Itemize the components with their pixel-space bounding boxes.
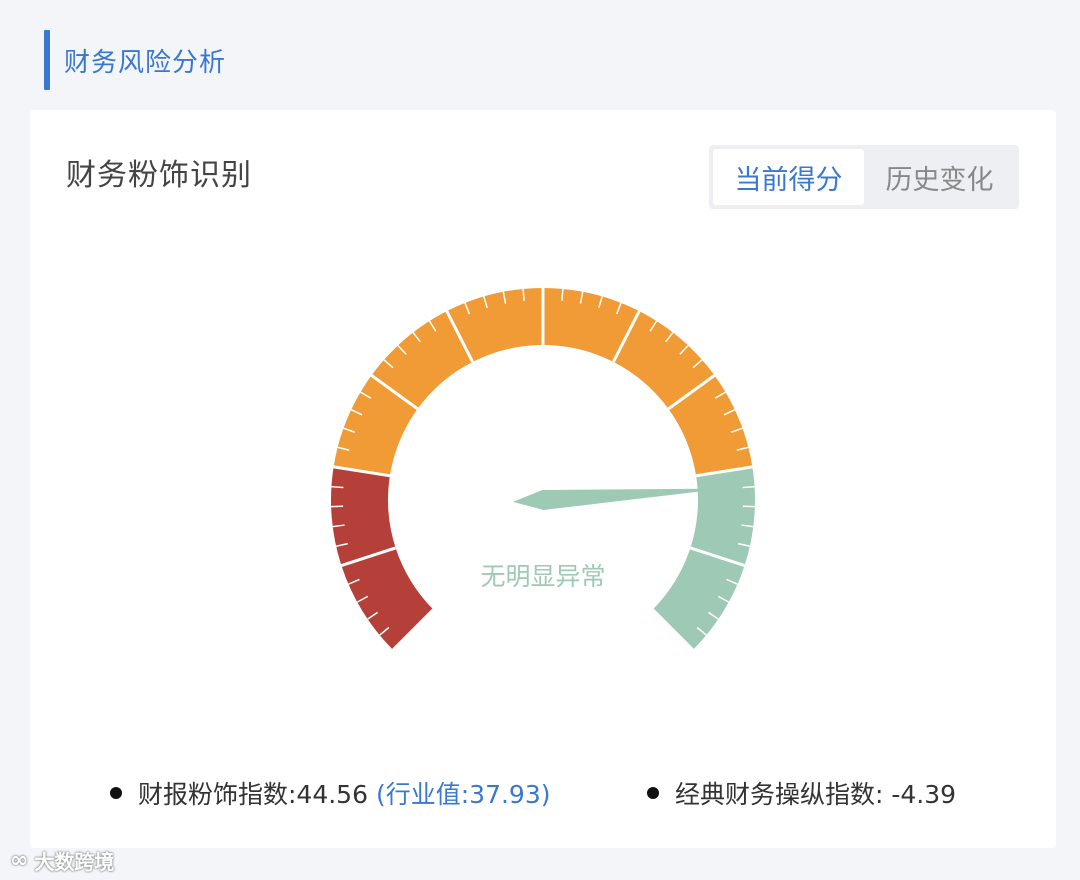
- classic-index-value: 经典财务操纵指数: -4.39: [675, 780, 957, 809]
- watermark: ∞ 大数跨境: [10, 843, 114, 877]
- gauge-chart: 无明显异常: [331, 288, 755, 651]
- gauge-needle: [513, 488, 725, 510]
- classic-index-metric: 经典财务操纵指数: -4.39: [647, 775, 956, 811]
- gauge: 无明显异常: [30, 110, 1056, 710]
- gauge-status-label: 无明显异常: [480, 562, 605, 591]
- fraud-index-value: 财报粉饰指数:44.56: [138, 780, 368, 809]
- section-title: 财务风险分析: [64, 47, 227, 78]
- section-header: 财务风险分析: [44, 30, 226, 90]
- section-accent-bar: [44, 30, 50, 90]
- watermark-text: 大数跨境: [34, 849, 115, 874]
- fraud-index-metric: 财报粉饰指数:44.56 (行业值:37.93): [110, 775, 551, 811]
- metrics-row: 财报粉饰指数:44.56 (行业值:37.93) 经典财务操纵指数: -4.39: [110, 775, 1030, 815]
- gauge-minor-tick: [331, 485, 344, 489]
- watermark-logo-icon: ∞: [10, 847, 29, 873]
- fraud-detection-card: 财务粉饰识别 当前得分 历史变化 无明显异常 财报粉饰指数:44.56 (行业值…: [30, 110, 1056, 848]
- gauge-zone-danger: [331, 466, 434, 650]
- bullet-dot: [110, 787, 122, 799]
- bullet-dot: [647, 787, 659, 799]
- fraud-index-industry-value: (行业值:37.93): [376, 780, 551, 809]
- gauge-minor-tick: [742, 485, 755, 489]
